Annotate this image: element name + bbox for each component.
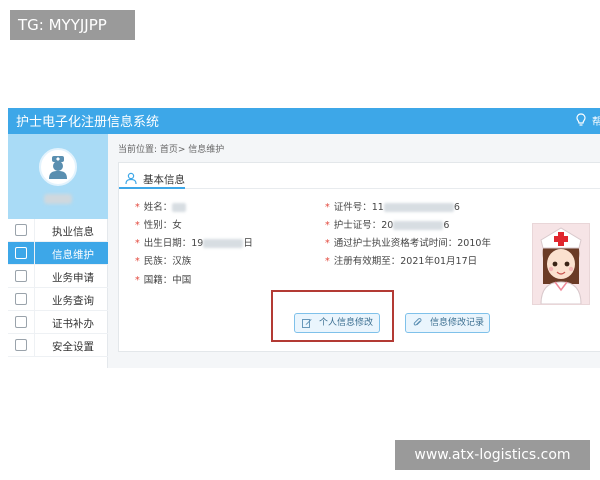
paperclip-icon: [413, 318, 422, 326]
redacted-value: [383, 203, 454, 212]
field-value: 女: [172, 220, 182, 231]
breadcrumb: 当前位置: 首页> 信息维护: [118, 145, 225, 155]
redacted-value: [203, 239, 244, 248]
sidebar-item-6[interactable]: 安全设置: [8, 334, 108, 357]
sidebar-item-divider: [34, 288, 35, 311]
sidebar-item-1[interactable]: 执业信息: [8, 219, 108, 242]
user-name-redacted: [44, 194, 72, 204]
headset-icon: [15, 224, 27, 236]
sidebar-item-label: 业务查询: [52, 295, 94, 307]
nurse-avatar-icon: [49, 156, 67, 179]
sidebar-item-divider: [34, 219, 35, 242]
sidebar-item-2[interactable]: 信息维护: [8, 242, 108, 265]
field-value: 汉族: [172, 256, 192, 267]
field-label: 证件号：: [333, 202, 372, 213]
field-label: 国籍：: [143, 275, 173, 286]
right-field-4: * 注册有效期至：2021年01月17日: [325, 253, 477, 267]
highlight-box: [271, 290, 394, 342]
sidebar-item-divider: [34, 311, 35, 334]
left-field-3: * 出生日期：19 日: [135, 235, 253, 249]
globe-icon: [15, 293, 27, 305]
right-field-2: * 护士证号：20 6: [325, 217, 449, 231]
profile-panel: [8, 134, 108, 219]
document-icon: [15, 316, 27, 328]
sidebar-item-divider: [34, 265, 35, 288]
field-label: 通过护士执业资格考试时间：: [333, 238, 458, 249]
field-label: 姓名：: [143, 202, 173, 213]
field-value: 2010年: [457, 238, 491, 249]
photo-icon: [15, 247, 27, 259]
field-value: 11: [371, 202, 384, 213]
nurse-portrait-icon: [540, 227, 582, 305]
sidebar-item-label: 执业信息: [52, 226, 94, 238]
left-field-4: * 民族：汉族: [135, 253, 191, 267]
user-shield-icon: [15, 339, 27, 351]
field-value-suffix: 日: [243, 238, 253, 249]
lightbulb-icon[interactable]: [576, 113, 586, 127]
user-icon: [125, 172, 137, 184]
required-marker: *: [135, 238, 140, 249]
required-marker: *: [135, 256, 140, 267]
watermark-bottom: www.atx-logistics.com: [395, 440, 590, 470]
sidebar: 执业信息信息维护业务申请业务查询证书补办安全设置: [8, 134, 108, 368]
app-title: 护士电子化注册信息系统: [16, 115, 160, 130]
edit-history-button[interactable]: 信息修改记录: [405, 313, 490, 333]
sidebar-item-label: 证书补办: [52, 318, 94, 330]
required-marker: *: [135, 220, 140, 231]
edit-history-label: 信息修改记录: [430, 318, 485, 328]
left-field-1: * 姓名：: [135, 199, 187, 213]
left-field-2: * 性别：女: [135, 217, 182, 231]
watermark-top: TG: MYYJJPP: [10, 10, 135, 40]
sidebar-item-label: 业务申请: [52, 272, 94, 284]
app-header: 护士电子化注册信息系统 帮: [8, 108, 600, 134]
card-title: 基本信息: [143, 174, 185, 186]
edit-icon: [15, 270, 27, 282]
field-value: 20: [381, 220, 394, 231]
left-field-5: * 国籍：中国: [135, 272, 191, 286]
sidebar-item-divider: [34, 334, 35, 357]
field-label: 注册有效期至：: [333, 256, 401, 267]
field-value: 2021年01月17日: [400, 256, 478, 267]
sidebar-item-5[interactable]: 证书补办: [8, 311, 108, 334]
sidebar-item-label: 信息维护: [52, 249, 94, 261]
redacted-value: [393, 221, 444, 230]
card-header: 基本信息: [119, 163, 600, 189]
sidebar-item-label: 安全设置: [52, 341, 94, 353]
required-marker: *: [135, 202, 140, 213]
sidebar-menu: 执业信息信息维护业务申请业务查询证书补办安全设置: [8, 219, 108, 357]
redacted-value: [172, 203, 187, 212]
field-value-suffix: 6: [453, 202, 460, 213]
field-value-suffix: 6: [443, 220, 450, 231]
field-label: 出生日期：: [143, 238, 192, 249]
sidebar-item-divider: [34, 242, 35, 265]
nurse-photo: [532, 223, 590, 305]
sidebar-item-4[interactable]: 业务查询: [8, 288, 108, 311]
required-marker: *: [325, 202, 330, 213]
required-marker: *: [135, 275, 140, 286]
field-value: 19: [191, 238, 204, 249]
right-field-3: * 通过护士执业资格考试时间：2010年: [325, 235, 491, 249]
sidebar-item-3[interactable]: 业务申请: [8, 265, 108, 288]
field-label: 民族：: [143, 256, 173, 267]
field-label: 护士证号：: [333, 220, 382, 231]
right-field-1: * 证件号：11 6: [325, 199, 460, 213]
help-link[interactable]: 帮: [592, 113, 600, 128]
avatar[interactable]: [39, 148, 77, 186]
card-title-underline: [119, 187, 185, 189]
field-value: 中国: [172, 275, 192, 286]
required-marker: *: [325, 238, 330, 249]
required-marker: *: [325, 256, 330, 267]
field-label: 性别：: [143, 220, 173, 231]
required-marker: *: [325, 220, 330, 231]
